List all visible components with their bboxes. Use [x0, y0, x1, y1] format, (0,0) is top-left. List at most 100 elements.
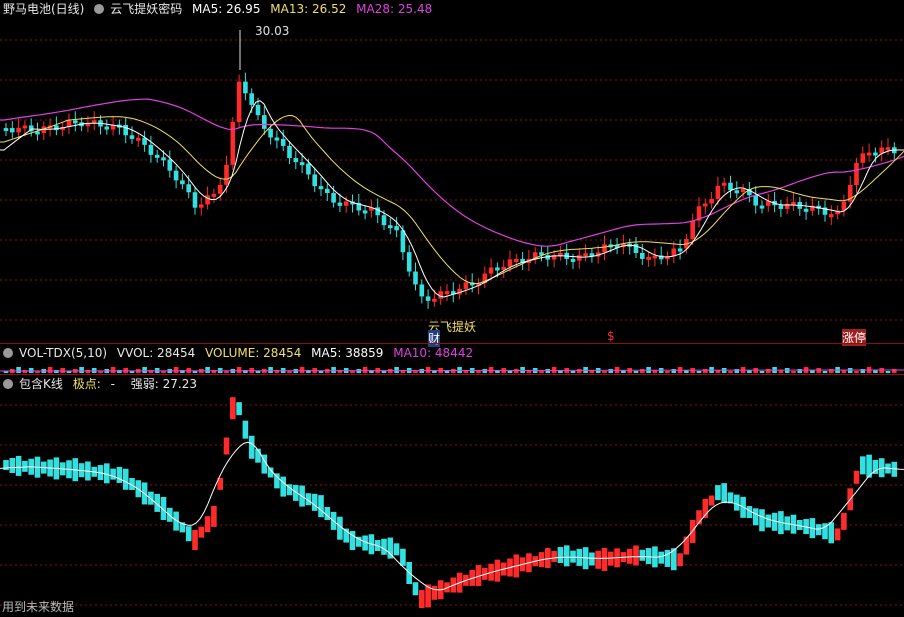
candle-body: [16, 127, 21, 133]
kline-bar: [412, 582, 419, 596]
volume-bar: [734, 369, 740, 373]
volume-bar: [425, 367, 431, 373]
volume-bar: [482, 369, 488, 373]
indicator-panel[interactable]: 包含K线 极点: - 强弱: 27.23: [0, 375, 904, 617]
candle-body: [22, 125, 28, 129]
volume-bar: [703, 369, 708, 373]
volume-bar: [602, 371, 607, 373]
candle-body: [514, 258, 519, 262]
candle-body: [860, 153, 866, 163]
candle-body: [778, 205, 784, 209]
candlestick-chart[interactable]: [0, 0, 904, 343]
kline-bar: [815, 524, 822, 536]
candle-body: [753, 195, 758, 206]
kline-bar: [677, 553, 683, 567]
volume-bar: [413, 371, 418, 373]
candle-body: [577, 255, 582, 261]
volume-bar: [381, 371, 387, 373]
volume-bar: [570, 371, 576, 373]
kline-bar: [185, 526, 192, 542]
kline-bar: [570, 550, 576, 563]
volume-panel[interactable]: VOL-TDX(5,10) VVOL: 28454 VOLUME: 28454 …: [0, 344, 904, 374]
candle-body: [841, 201, 847, 211]
candle-body: [885, 147, 891, 151]
kline-bar: [860, 456, 866, 475]
candle-body: [299, 162, 305, 166]
candle-body: [104, 126, 110, 130]
candle-body: [211, 193, 217, 197]
kline-bar: [393, 543, 400, 556]
candle-body: [224, 164, 229, 185]
candle-body: [161, 157, 166, 161]
candle-body: [715, 185, 721, 199]
kline-bar: [148, 491, 154, 505]
candle-body: [148, 144, 154, 155]
volume-bar: [142, 367, 147, 373]
volume-bar: [822, 371, 828, 373]
kline-bar: [853, 470, 860, 484]
candle-body: [243, 81, 248, 94]
candle-body: [325, 188, 330, 194]
volume-bar: [224, 371, 229, 373]
candle-body: [167, 159, 173, 171]
volume-bar: [173, 367, 179, 373]
kline-bar: [419, 590, 425, 609]
candle-body: [866, 152, 872, 156]
candle-body: [488, 267, 494, 274]
candle-body: [602, 244, 607, 253]
kline-bar: [116, 466, 123, 483]
volume-bar: [671, 369, 677, 373]
candle-body: [306, 163, 311, 175]
ind-settings-icon[interactable]: [3, 379, 13, 389]
kline-bar: [223, 437, 230, 455]
kline-bar: [22, 460, 28, 472]
candle-body: [362, 210, 368, 214]
ma13-label: MA13: 26.52: [270, 2, 347, 16]
candle-body: [268, 128, 273, 138]
vol-name: VOL-TDX(5,10): [19, 346, 108, 360]
volume-bar: [22, 370, 28, 373]
kline-bar: [274, 473, 280, 489]
kline-bar: [633, 545, 639, 566]
vol-ma10-label: MA10: 48442: [393, 346, 474, 360]
candle-body: [199, 204, 204, 208]
volume-bar: [608, 369, 614, 373]
kline-bar: [211, 505, 217, 527]
candle-body: [274, 137, 280, 141]
kline-bar: [280, 476, 286, 497]
kline-bar: [645, 548, 652, 565]
kline-bar: [727, 492, 734, 504]
volume-bar: [633, 371, 639, 373]
volume-bar: [507, 371, 513, 373]
candle-body: [54, 125, 59, 131]
volume-bar: [759, 371, 765, 373]
candle-body: [331, 193, 336, 203]
candle-body: [136, 137, 141, 141]
main-chart-panel[interactable]: 野马电池(日线) 云飞提妖密码 MA5: 26.95 MA13: 26.52 M…: [0, 0, 904, 347]
candle-body: [444, 291, 450, 295]
candle-body: [262, 115, 267, 129]
candle-body: [728, 182, 733, 191]
kline-bar: [204, 516, 211, 533]
volume-bar: [539, 371, 544, 373]
volume-bar: [854, 371, 859, 373]
kline-bar: [431, 585, 438, 600]
kline-bar: [551, 550, 557, 562]
candle-body: [633, 243, 639, 253]
volume-bar: [885, 371, 891, 373]
volume-bar: [665, 371, 670, 373]
candle-body: [154, 154, 160, 158]
indicator-settings-icon[interactable]: [94, 4, 105, 14]
ind-name: 包含K线: [19, 377, 63, 391]
candle-body: [432, 298, 437, 302]
kline-bar: [664, 549, 671, 567]
extreme-value: -: [110, 377, 115, 391]
peak-price-label: 30.03: [255, 24, 290, 38]
candle-body: [123, 124, 128, 136]
candle-body: [677, 248, 683, 252]
strength-label: 强弱: 27.23: [130, 377, 197, 391]
candle-body: [400, 230, 406, 253]
kline-bar: [400, 548, 406, 566]
vol-settings-icon[interactable]: [3, 348, 13, 358]
inclusion-kline-chart[interactable]: [0, 375, 904, 617]
